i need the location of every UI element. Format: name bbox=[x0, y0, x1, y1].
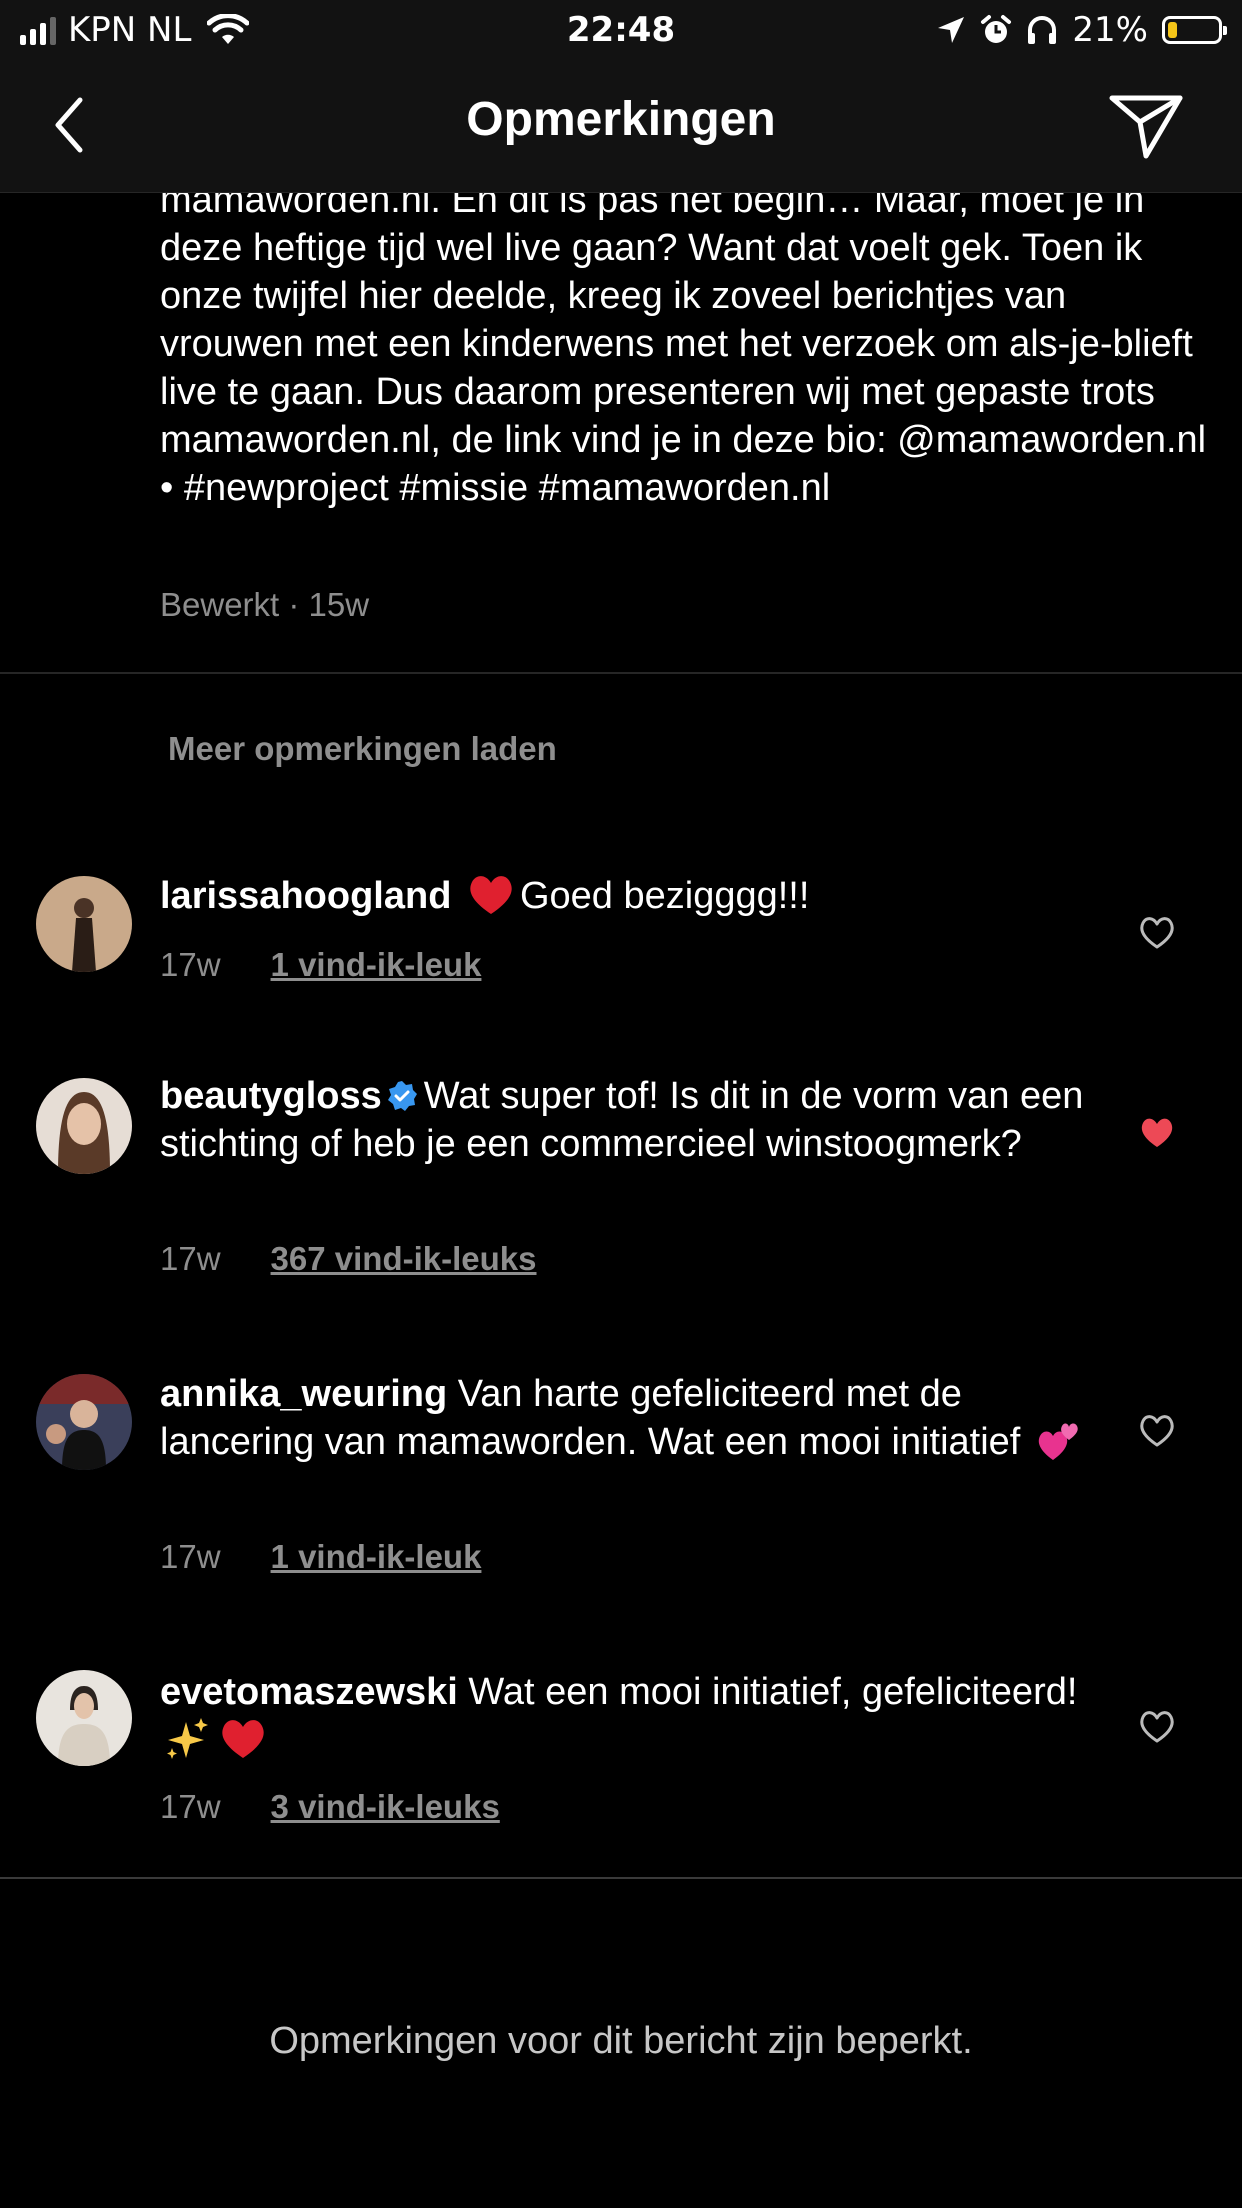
sparkles-emoji-icon bbox=[167, 1718, 208, 1759]
like-heart-icon[interactable] bbox=[1137, 1708, 1177, 1744]
comments-restricted-notice: Opmerkingen voor dit bericht zijn beperk… bbox=[269, 2020, 973, 2062]
divider bbox=[0, 1877, 1242, 1879]
like-heart-icon[interactable] bbox=[1137, 1412, 1177, 1448]
load-more-comments-button[interactable]: Meer opmerkingen laden bbox=[168, 730, 557, 768]
red-heart-emoji-icon bbox=[222, 1720, 264, 1758]
alarm-icon bbox=[981, 15, 1012, 43]
divider bbox=[0, 672, 1242, 674]
comment-likes-link[interactable]: 367 vind-ik-leuks bbox=[271, 1240, 537, 1278]
share-button[interactable] bbox=[1108, 90, 1184, 160]
comment-time: 17w bbox=[160, 1538, 221, 1575]
avatar[interactable] bbox=[36, 1670, 132, 1766]
comment-likes-link[interactable]: 1 vind-ik-leuk bbox=[271, 946, 482, 984]
avatar[interactable] bbox=[36, 1374, 132, 1470]
caption-meta: Bewerkt · 15w bbox=[160, 586, 370, 623]
status-right: 21% bbox=[936, 10, 1227, 50]
comment-username[interactable]: evetomaszewski bbox=[160, 1671, 458, 1713]
page-title: Opmerkingen bbox=[466, 93, 776, 146]
avatar[interactable] bbox=[36, 876, 132, 972]
comment-likes-link[interactable]: 1 vind-ik-leuk bbox=[271, 1538, 482, 1576]
status-bar: KPN NL 22:48 21% bbox=[0, 0, 1242, 64]
verified-badge-icon bbox=[387, 1081, 417, 1111]
comment-text: Wat een mooi initiatief, gefeliciteerd! bbox=[468, 1671, 1078, 1713]
comment-likes-link[interactable]: 3 vind-ik-leuks bbox=[271, 1788, 500, 1826]
avatar[interactable] bbox=[36, 1078, 132, 1174]
post-caption: mamaworden.nl. En dit is pas het begin… … bbox=[160, 179, 1207, 509]
comment-time: 17w bbox=[160, 1240, 221, 1277]
header: Opmerkingen bbox=[0, 64, 1242, 193]
battery-icon bbox=[1162, 16, 1227, 44]
red-heart-emoji-icon bbox=[470, 876, 512, 914]
comment-time: 17w bbox=[160, 1788, 221, 1825]
battery-percentage: 21% bbox=[1072, 10, 1148, 50]
paper-plane-icon bbox=[1109, 95, 1183, 159]
comment-text: Goed bezigggg!!! bbox=[519, 875, 810, 917]
liked-heart-icon[interactable] bbox=[1137, 1114, 1177, 1150]
comment-username[interactable]: annika_weuring bbox=[160, 1373, 447, 1415]
two-hearts-emoji-icon bbox=[1038, 1423, 1078, 1460]
comment-username[interactable]: beautygloss bbox=[160, 1075, 382, 1117]
location-arrow-icon bbox=[938, 17, 965, 43]
like-heart-icon[interactable] bbox=[1137, 914, 1177, 950]
headphones-icon bbox=[1028, 16, 1057, 44]
comment-username[interactable]: larissahoogland bbox=[160, 875, 451, 917]
comment-time: 17w bbox=[160, 946, 221, 983]
